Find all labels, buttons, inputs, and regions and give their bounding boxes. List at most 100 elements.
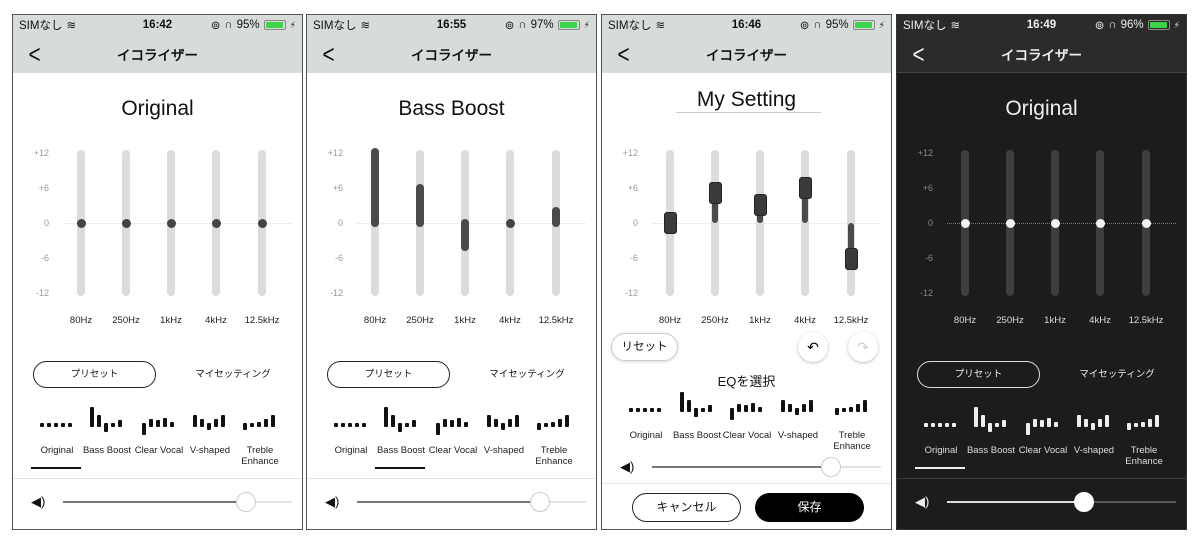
volume-thumb[interactable] (1074, 492, 1095, 512)
band-level-fill[interactable] (552, 207, 560, 227)
carrier-label: SIMなし (903, 20, 947, 32)
volume-slider[interactable] (652, 457, 881, 477)
band-level-fill[interactable] (371, 148, 379, 227)
band-knob[interactable] (1050, 218, 1060, 228)
volume-thumb[interactable] (236, 492, 257, 512)
preset-original[interactable]: Original (325, 405, 377, 475)
y-tick-label: -6 (629, 253, 638, 263)
volume-slider[interactable] (63, 492, 292, 512)
band-level-fill[interactable] (416, 183, 424, 227)
preset-clear-vocal[interactable]: Clear Vocal (427, 405, 479, 475)
preset-bass-boost[interactable]: Bass Boost (965, 405, 1017, 475)
preset-treble-enhance[interactable]: Treble Enhance (1118, 405, 1170, 475)
band-knob[interactable] (211, 218, 221, 228)
preset-icon-bar (636, 408, 640, 412)
preset-clear-vocal[interactable]: Clear Vocal (1017, 405, 1069, 475)
band-knob[interactable] (121, 218, 131, 228)
preset-original[interactable]: Original (915, 405, 967, 475)
headphones-icon: ∩ (518, 19, 527, 31)
preset-icon-bar (207, 423, 211, 430)
back-chevron-icon[interactable]: < (913, 41, 925, 67)
undo-button[interactable]: ↶ (798, 332, 828, 362)
preset-icon-bar (348, 423, 352, 427)
volume-slider[interactable] (357, 492, 586, 512)
back-chevron-icon[interactable]: < (29, 41, 41, 67)
volume-thumb[interactable] (530, 492, 551, 512)
preset-icon-bar (111, 423, 115, 427)
preset-icon-bar (214, 419, 218, 427)
tab-my-setting[interactable]: マイセッティング (173, 361, 293, 388)
preset-icon-bar (450, 420, 454, 427)
eq-select-label: EQを選択 (717, 374, 776, 389)
preset-icon-bar (487, 415, 491, 427)
band-handle[interactable] (663, 212, 677, 234)
volume-slider[interactable] (947, 492, 1176, 512)
reset-button[interactable]: リセット (611, 333, 678, 361)
rotation-lock-icon: ⊚ (799, 20, 810, 32)
tab-preset[interactable]: プリセット (327, 361, 450, 388)
preset-icon-bar (1047, 417, 1051, 427)
y-tick-label: -6 (334, 253, 343, 263)
preset-clear-vocal[interactable]: Clear Vocal (721, 390, 773, 460)
preset-v-shaped[interactable]: V-shaped (772, 390, 824, 460)
preset-v-shaped[interactable]: V-shaped (478, 405, 530, 475)
preset-v-shaped[interactable]: V-shaped (184, 405, 236, 475)
band-knob[interactable] (1095, 218, 1105, 228)
band-knob[interactable] (1005, 218, 1015, 228)
preset-treble-enhance[interactable]: Treble Enhance (528, 405, 580, 475)
tab-preset[interactable]: プリセット (917, 361, 1040, 388)
selected-preset-indicator (31, 467, 81, 469)
band-knob[interactable] (1141, 218, 1151, 228)
band-knob[interactable] (505, 218, 515, 228)
battery-percent: 95% (236, 19, 260, 31)
back-chevron-icon[interactable]: < (618, 41, 630, 67)
battery-level (1149, 22, 1167, 28)
wifi-icon: ≋ (655, 20, 666, 32)
preset-label: Clear Vocal (722, 430, 772, 441)
band-handle[interactable] (753, 194, 767, 217)
volume-thumb[interactable] (820, 457, 841, 477)
title-underline (676, 112, 821, 113)
tab-preset[interactable]: プリセット (33, 361, 156, 388)
y-tick-label: 0 (632, 218, 638, 228)
band-slider-250Hz[interactable] (711, 150, 719, 296)
preset-icon-bar (515, 415, 519, 427)
preset-icon-bar (200, 419, 204, 427)
band-knob[interactable] (257, 218, 267, 228)
band-slider-4kHz[interactable] (801, 150, 809, 296)
preset-icon-bar (243, 423, 247, 430)
band-handle[interactable] (844, 247, 858, 270)
tab-my-setting[interactable]: マイセッティング (1057, 361, 1177, 388)
status-right: ⊚ ∩ 96% ⚡ (1095, 18, 1180, 32)
preset-treble-enhance[interactable]: Treble Enhance (234, 405, 286, 475)
band-slider-1kHz[interactable] (756, 150, 764, 296)
preset-icon-bar (1141, 421, 1145, 427)
preset-original[interactable]: Original (31, 405, 83, 475)
preset-v-shaped[interactable]: V-shaped (1068, 405, 1120, 475)
tab-my-setting[interactable]: マイセッティング (467, 361, 587, 388)
band-knob[interactable] (166, 218, 176, 228)
preset-title: Original (1005, 97, 1078, 120)
preset-clear-vocal[interactable]: Clear Vocal (133, 405, 185, 475)
save-button[interactable]: 保存 (755, 493, 864, 522)
preset-bass-boost[interactable]: Bass Boost (671, 390, 723, 460)
preset-original[interactable]: Original (620, 390, 672, 460)
redo-button[interactable]: ↷ (848, 332, 878, 362)
cancel-button[interactable]: キャンセル (632, 493, 741, 522)
phone-screen-4: SIMなし ≋ 16:49 ⊚ ∩ 96% ⚡ < イコライザー Original +12 +6 0 -6… (896, 14, 1187, 530)
preset-bass-boost[interactable]: Bass Boost (81, 405, 133, 475)
carrier: SIMなし ≋ (19, 17, 76, 33)
setting-name-input[interactable]: My Setting (602, 88, 891, 112)
band-handle[interactable] (798, 176, 812, 199)
band-level-fill[interactable] (461, 219, 469, 251)
preset-label: Bass Boost (376, 445, 426, 456)
preset-treble-enhance[interactable]: Treble Enhance (826, 390, 878, 460)
preset-icon-bar (694, 408, 698, 418)
preset-bass-boost[interactable]: Bass Boost (375, 405, 427, 475)
preset-icon-bar (163, 417, 167, 427)
band-knob[interactable] (960, 218, 970, 228)
band-handle[interactable] (708, 182, 722, 205)
back-chevron-icon[interactable]: < (323, 41, 335, 67)
y-tick-label: +12 (33, 148, 49, 158)
band-knob[interactable] (76, 218, 86, 228)
